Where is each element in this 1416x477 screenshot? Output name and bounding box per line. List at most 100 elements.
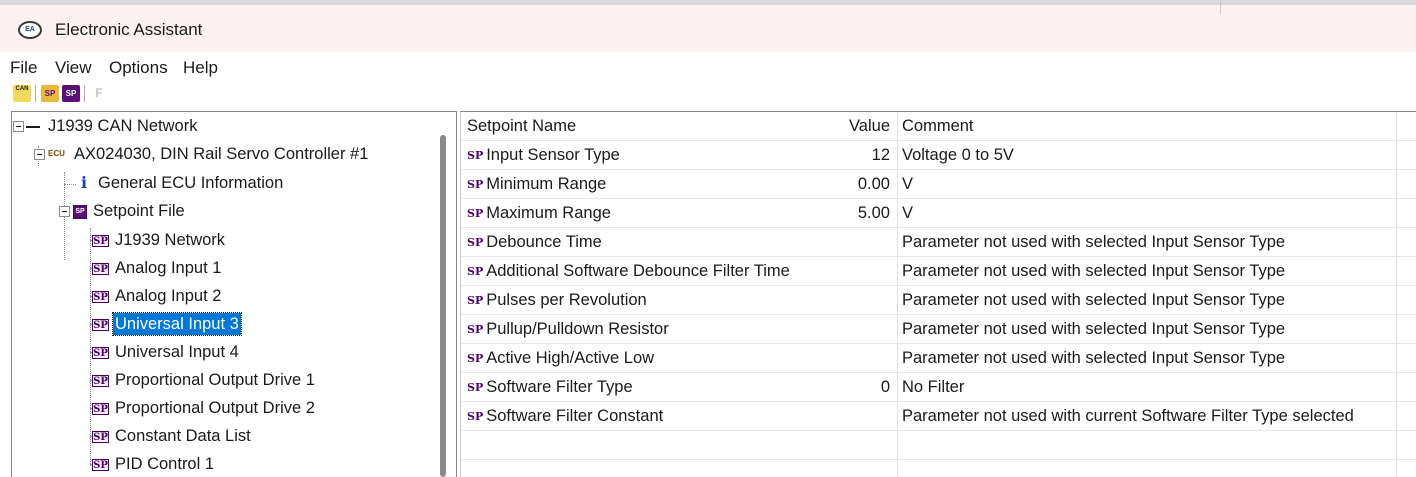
tree-node-setpoint[interactable]: SP J1939 Network bbox=[92, 227, 227, 253]
collapse-setpoint-file-button[interactable] bbox=[59, 206, 70, 217]
tree-node-label: Universal Input 3 bbox=[112, 312, 242, 336]
setpoint-value-cell[interactable] bbox=[826, 286, 890, 315]
tree-node-setpoint[interactable]: SP Analog Input 2 bbox=[92, 283, 223, 309]
setpoint-icon: SP bbox=[467, 178, 484, 191]
setpoint-file-icon: SP bbox=[73, 204, 87, 219]
setpoint-value-cell[interactable]: 12 bbox=[826, 141, 890, 170]
column-header-comment[interactable]: Comment bbox=[902, 112, 1402, 141]
column-header-value[interactable]: Value bbox=[826, 112, 890, 141]
setpoint-icon: SP bbox=[92, 346, 109, 359]
setpoint-comment-cell: V bbox=[902, 204, 914, 222]
setpoint-name-cell[interactable]: SP Software Filter Constant bbox=[467, 402, 827, 431]
tree-node-setpoint[interactable]: SP PID Control 1 bbox=[92, 451, 216, 477]
setpoint-name-cell[interactable]: SP Maximum Range bbox=[467, 199, 827, 228]
tree-scrollbar[interactable] bbox=[440, 135, 446, 477]
table-header: Setpoint Name Value Comment bbox=[461, 112, 1416, 141]
setpoint-value-cell[interactable]: 0 bbox=[826, 373, 890, 402]
setpoint-value-cell[interactable] bbox=[826, 257, 890, 286]
setpoint-comment-cell: No Filter bbox=[902, 378, 965, 396]
setpoint-value-cell[interactable]: 0.00 bbox=[826, 170, 890, 199]
tree-node-setpoint-selected[interactable]: SP Universal Input 3 bbox=[92, 311, 242, 337]
table-row[interactable]: SP Input Sensor Type 12 Voltage 0 to 5V bbox=[461, 141, 1416, 170]
setpoint-icon: SP bbox=[467, 294, 484, 307]
setpoint-name-cell[interactable]: SP Additional Software Debounce Filter Ti… bbox=[467, 257, 827, 286]
setpoint-comment-cell: Parameter not used with selected Input S… bbox=[902, 320, 1286, 338]
tree-node-setpoint[interactable]: SP Proportional Output Drive 2 bbox=[92, 395, 317, 421]
setpoint-name-cell[interactable]: SP Input Sensor Type bbox=[467, 141, 827, 170]
toolbar: CAN SP SP F bbox=[0, 82, 1416, 106]
can-network-icon[interactable]: CAN bbox=[13, 85, 31, 102]
setpoint-icon: SP bbox=[467, 207, 484, 220]
setpoint-icon: SP bbox=[467, 352, 484, 365]
tree-node-label: AX024030, DIN Rail Servo Controller #1 bbox=[74, 145, 369, 163]
open-setpoint-file-icon[interactable]: SP bbox=[41, 85, 59, 102]
ecu-icon: ECU bbox=[48, 149, 65, 158]
setpoint-icon: SP bbox=[92, 430, 109, 443]
setpoint-name: Maximum Range bbox=[486, 204, 611, 222]
flash-icon[interactable]: F bbox=[90, 85, 108, 102]
save-setpoint-file-icon[interactable]: SP bbox=[62, 85, 80, 102]
tree-node-label: J1939 Network bbox=[115, 231, 226, 249]
table-row-empty bbox=[461, 431, 1416, 460]
tree-node-network[interactable]: J1939 CAN Network bbox=[26, 113, 199, 139]
setpoint-icon: SP bbox=[467, 149, 484, 162]
tree-node-label: J1939 CAN Network bbox=[48, 117, 198, 135]
setpoint-value-cell[interactable] bbox=[826, 344, 890, 373]
setpoint-value-cell[interactable] bbox=[826, 315, 890, 344]
tree-node-setpoint[interactable]: SP Analog Input 1 bbox=[92, 255, 223, 281]
setpoint-name-cell[interactable]: SP Active High/Active Low bbox=[467, 344, 827, 373]
table-row[interactable]: SP Software Filter Constant Parameter not… bbox=[461, 402, 1416, 431]
table-row[interactable]: SP Pullup/Pulldown Resistor Parameter not… bbox=[461, 315, 1416, 344]
setpoint-icon: SP bbox=[467, 265, 484, 278]
tree-node-label: Universal Input 4 bbox=[115, 343, 239, 361]
tree-node-setpoint-file[interactable]: SP Setpoint File bbox=[73, 198, 187, 224]
setpoint-icon: SP bbox=[467, 236, 484, 249]
tree-node-setpoint[interactable]: SP Universal Input 4 bbox=[92, 339, 241, 365]
table-row[interactable]: SP Pulses per Revolution Parameter not us… bbox=[461, 286, 1416, 315]
setpoint-comment-cell: V bbox=[902, 175, 914, 193]
tree-node-ecu[interactable]: ECU AX024030, DIN Rail Servo Controller #… bbox=[48, 141, 370, 167]
table-row[interactable]: SP Software Filter Type 0 No Filter bbox=[461, 373, 1416, 402]
setpoint-icon: SP bbox=[467, 323, 484, 336]
info-icon: i bbox=[80, 173, 88, 192]
setpoint-name-cell[interactable]: SP Minimum Range bbox=[467, 170, 827, 199]
setpoint-name: Input Sensor Type bbox=[486, 146, 620, 164]
setpoint-comment-cell: Parameter not used with selected Input S… bbox=[902, 262, 1286, 280]
menu-bar: File View Options Help bbox=[0, 52, 1416, 82]
setpoint-icon: SP bbox=[92, 458, 109, 471]
menu-options[interactable]: Options bbox=[109, 58, 168, 78]
setpoint-icon: SP bbox=[92, 234, 109, 247]
ecu-tree-view[interactable]: J1939 CAN Network ECU AX024030, DIN Rail … bbox=[11, 111, 457, 477]
setpoint-comment-cell: Voltage 0 to 5V bbox=[902, 146, 1014, 164]
setpoint-value-cell[interactable] bbox=[826, 402, 890, 431]
toolbar-separator bbox=[35, 85, 36, 102]
menu-file[interactable]: File bbox=[10, 58, 37, 78]
setpoint-name-cell[interactable]: SP Pullup/Pulldown Resistor bbox=[467, 315, 827, 344]
network-icon bbox=[26, 125, 40, 128]
setpoint-value-cell[interactable]: 5.00 bbox=[826, 199, 890, 228]
table-row[interactable]: SP Additional Software Debounce Filter Ti… bbox=[461, 257, 1416, 286]
setpoint-value-cell[interactable] bbox=[826, 228, 890, 257]
table-row[interactable]: SP Maximum Range 5.00 V bbox=[461, 199, 1416, 228]
table-row[interactable]: SP Minimum Range 0.00 V bbox=[461, 170, 1416, 199]
setpoint-icon: SP bbox=[92, 374, 109, 387]
table-row[interactable]: SP Debounce Time Parameter not used with … bbox=[461, 228, 1416, 257]
window-title: Electronic Assistant bbox=[55, 20, 203, 39]
menu-help[interactable]: Help bbox=[183, 58, 218, 78]
collapse-network-button[interactable] bbox=[13, 121, 24, 132]
table-row[interactable]: SP Active High/Active Low Parameter not u… bbox=[461, 344, 1416, 373]
collapse-ecu-button[interactable] bbox=[34, 149, 45, 160]
setpoint-name-cell[interactable]: SP Pulses per Revolution bbox=[467, 286, 827, 315]
tree-node-setpoint[interactable]: SP Proportional Output Drive 1 bbox=[92, 367, 317, 393]
setpoint-name-cell[interactable]: SP Software Filter Type bbox=[467, 373, 827, 402]
tree-connector bbox=[90, 228, 91, 466]
setpoint-name: Pulses per Revolution bbox=[486, 291, 647, 309]
column-header-setpoint-name[interactable]: Setpoint Name bbox=[467, 112, 827, 141]
title-bar-divider bbox=[1220, 0, 1221, 14]
menu-view[interactable]: View bbox=[55, 58, 92, 78]
tree-node-setpoint[interactable]: SP Constant Data List bbox=[92, 423, 253, 449]
setpoint-name-cell[interactable]: SP Debounce Time bbox=[467, 228, 827, 257]
setpoint-name: Active High/Active Low bbox=[486, 349, 655, 367]
tree-node-label: Analog Input 1 bbox=[115, 259, 222, 277]
tree-node-general-info[interactable]: i General ECU Information bbox=[78, 170, 285, 196]
